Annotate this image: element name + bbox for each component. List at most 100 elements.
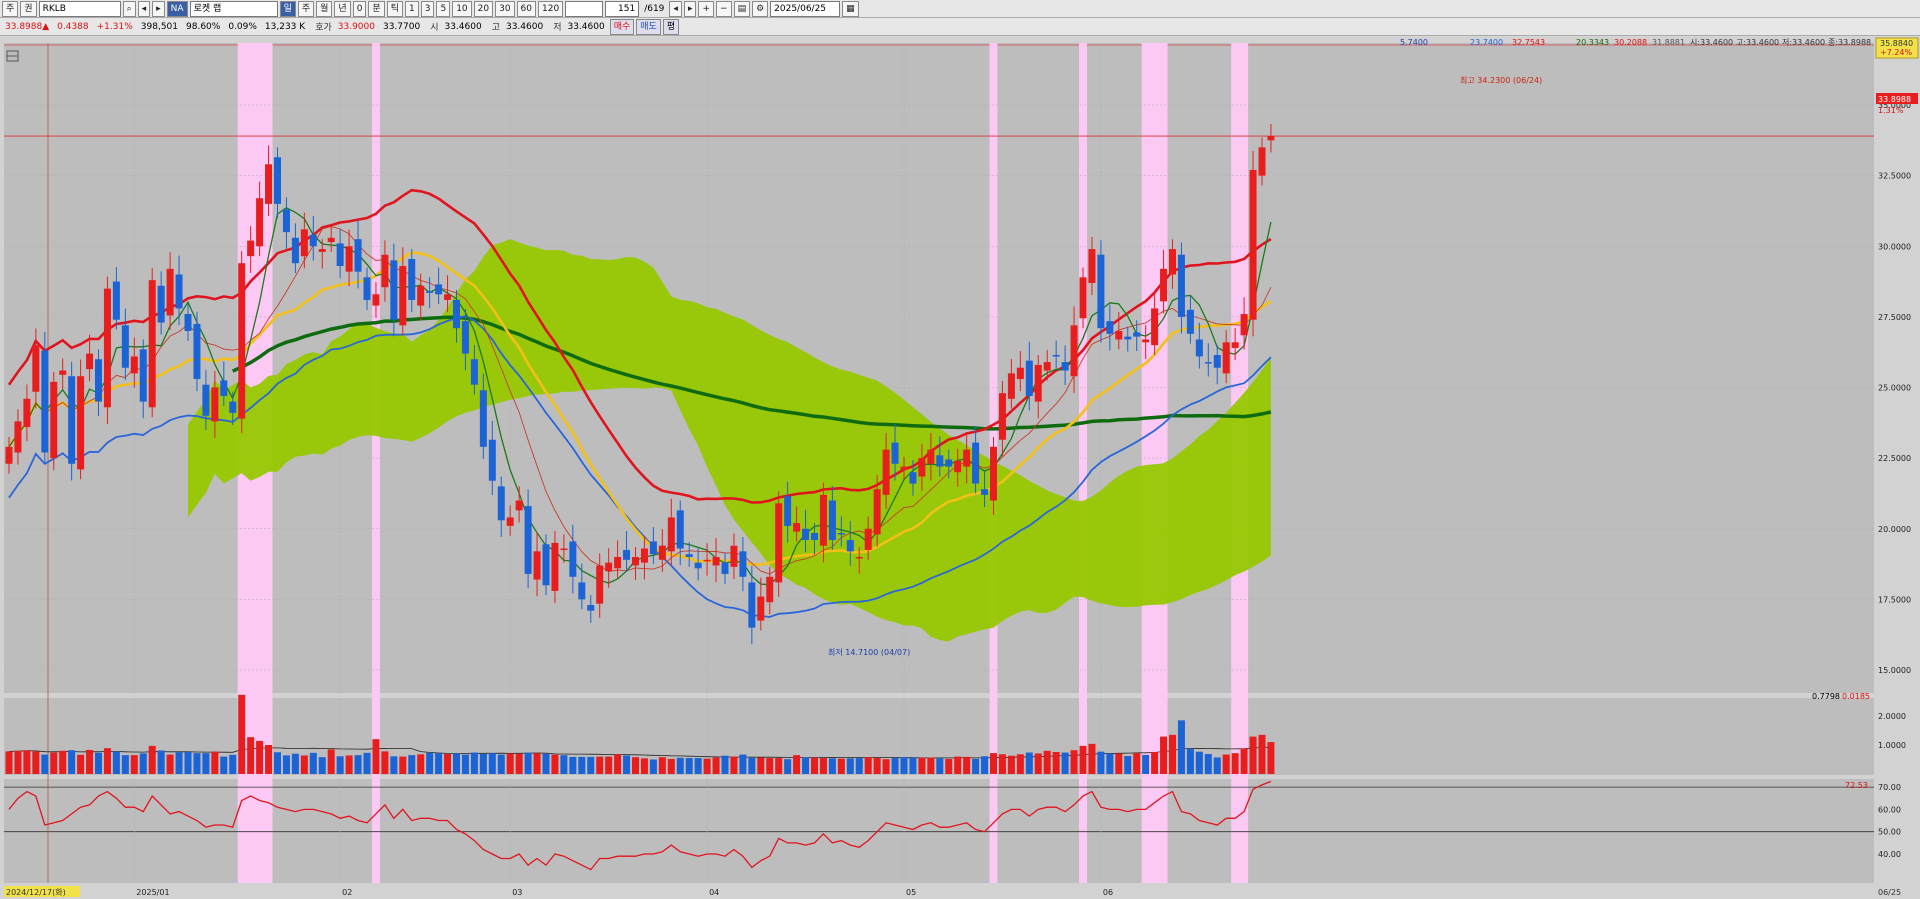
volume-bar (1052, 751, 1060, 774)
gear-icon[interactable]: ⚙ (752, 0, 769, 17)
volume-bar (596, 756, 604, 774)
volume-bar (336, 756, 344, 774)
volume-bar (148, 745, 156, 774)
market-toggle-stock[interactable]: 주 (2, 0, 19, 17)
candle-body (533, 551, 541, 580)
period-button-day[interactable]: 일 (279, 0, 296, 17)
volume-bar (1088, 743, 1096, 774)
interval-button-10[interactable]: 10 (452, 0, 472, 17)
candle-body (247, 240, 255, 257)
candle-body (1186, 309, 1194, 334)
volume-bar (274, 752, 281, 774)
candle-body (372, 294, 380, 306)
volume-bar (963, 756, 971, 774)
volume-bar (828, 758, 836, 774)
volume-bar (175, 752, 183, 774)
volume-bar (318, 757, 326, 774)
interval-button-1[interactable]: 1 (404, 0, 419, 17)
volume-bar (748, 757, 756, 774)
period-button-zero[interactable]: 0 (352, 0, 367, 17)
volume-bar (1097, 751, 1105, 774)
sell-button[interactable]: 매도 (636, 18, 661, 35)
volume-bar (399, 756, 407, 774)
next-symbol-icon[interactable]: ▸ (152, 0, 165, 17)
candle-body (775, 503, 783, 583)
search-icon[interactable]: ⌕ (122, 0, 136, 17)
symbol-input[interactable]: RKLB (38, 0, 121, 17)
date-tick-label: 04 (709, 888, 719, 897)
volume-bar (811, 757, 818, 774)
interval-button-60[interactable]: 60 (516, 0, 536, 17)
candle-body (1267, 136, 1275, 141)
volume-bar (515, 753, 523, 774)
price-chart[interactable]: 15.0000 17.5000 20.0000 22.5000 25.0000 27.50… (0, 37, 1920, 899)
hoga-label: 호가 (315, 23, 332, 33)
candle-body (954, 460, 962, 473)
rsi-label: 72.53 (1845, 781, 1868, 790)
volume-bar (238, 694, 246, 774)
volume-bar (184, 751, 192, 774)
volume-bar (855, 758, 863, 774)
volume-bar (1169, 734, 1176, 774)
candle-body (1088, 249, 1096, 283)
period-button-tick[interactable]: 틱 (386, 0, 403, 17)
candle-body (1231, 342, 1239, 348)
high-value: 33.4600 (505, 21, 544, 32)
candle-body (5, 446, 13, 464)
period-button-week[interactable]: 주 (297, 0, 315, 17)
candle-body (1133, 332, 1141, 337)
zoom-out-icon[interactable]: − (716, 0, 732, 17)
rsi-tick-label: 50.00 (1878, 828, 1901, 837)
volume-label-b: 0.0185 (1842, 692, 1870, 701)
flat-button[interactable]: 평 (662, 18, 680, 35)
top-toolbar: 주 권 RKLB ⌕ ◂ ▸ NA 로켓 랩 일 주 월 년 0 분 틱 1 3… (0, 0, 1920, 18)
prev-symbol-icon[interactable]: ◂ (137, 0, 151, 17)
date-field[interactable]: 2025/06/25 (770, 0, 841, 17)
date-tick-label: 06 (1103, 888, 1113, 897)
candle-body (256, 198, 264, 247)
volume-bar (59, 750, 67, 774)
candle-body (408, 258, 416, 300)
candle-body (828, 500, 836, 541)
market-toggle-option[interactable]: 권 (20, 0, 37, 17)
interval-button-5[interactable]: 5 (436, 0, 451, 17)
date-tick-label: 03 (512, 888, 522, 897)
candle-body (802, 528, 810, 541)
buy-button[interactable]: 매수 (609, 18, 635, 35)
candle-body (470, 359, 478, 385)
volume-bar (587, 756, 595, 774)
period-button-year[interactable]: 년 (334, 0, 351, 17)
volume-bar (873, 758, 881, 774)
candle-body (202, 384, 210, 416)
volume-bar (470, 752, 478, 774)
candle-body (1240, 314, 1248, 336)
interval-button-20[interactable]: 20 (473, 0, 494, 17)
period-button-minute[interactable]: 분 (368, 0, 385, 17)
zoom-in-icon[interactable]: + (698, 0, 715, 17)
volume-bar (139, 753, 147, 774)
print-icon[interactable]: ▤ (733, 0, 751, 17)
candle-body (560, 548, 568, 551)
candle-body (1043, 362, 1051, 371)
volume-bar (256, 740, 264, 774)
interval-button-3[interactable]: 3 (420, 0, 435, 17)
volume-label-a: 0.7798 (1812, 692, 1840, 701)
volume-bar (1142, 754, 1150, 774)
scroll-left-icon[interactable]: ◂ (669, 0, 682, 17)
interval-button-120[interactable]: 120 (538, 0, 564, 17)
candle-body (837, 532, 845, 535)
candle-body (121, 325, 129, 368)
candle-body (1070, 325, 1078, 377)
volume-bar (775, 758, 783, 774)
period-button-month[interactable]: 월 (316, 0, 333, 17)
scroll-right-icon[interactable]: ▸ (683, 0, 697, 17)
calendar-icon[interactable]: ▦ (842, 0, 859, 17)
candle-body (497, 486, 505, 521)
counter-field[interactable]: 151 (605, 0, 640, 17)
volume-bar (229, 754, 237, 774)
volume-bar (381, 751, 389, 774)
volume-bar (981, 756, 989, 774)
candle-body (435, 284, 443, 295)
interval-button-30[interactable]: 30 (495, 0, 515, 17)
interval-input[interactable] (565, 0, 604, 17)
